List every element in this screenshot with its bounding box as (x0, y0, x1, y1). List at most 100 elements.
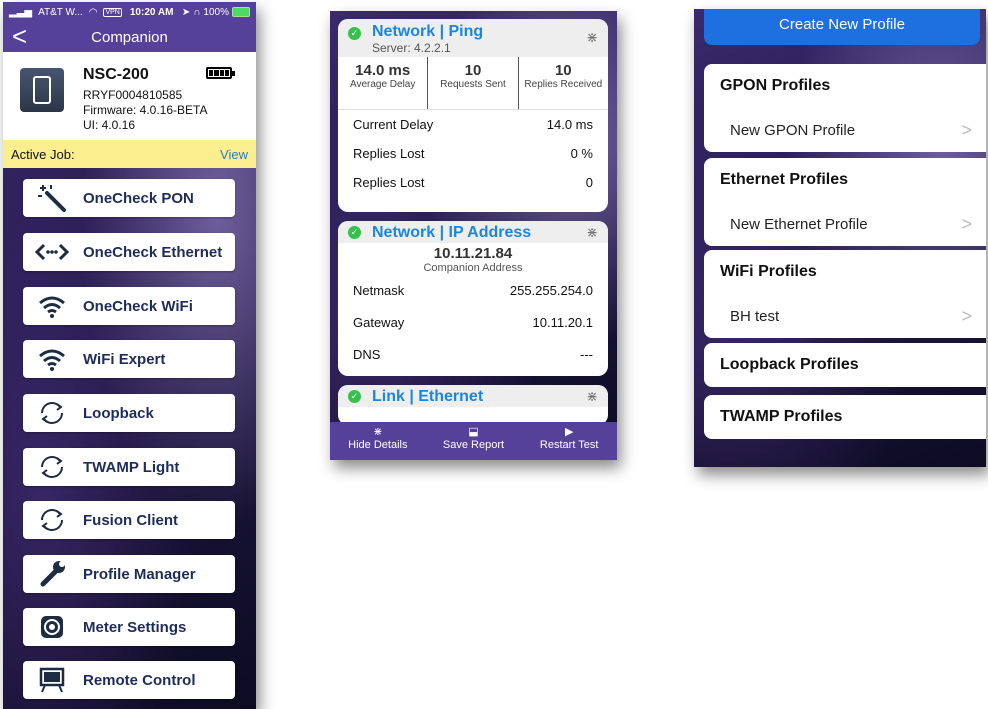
loopback-button[interactable]: Loopback (23, 394, 235, 432)
device-info-panel[interactable]: NSC-200 RRYF0004810585 Firmware: 4.0.16-… (3, 52, 256, 140)
profile-manager-button[interactable]: Profile Manager (23, 555, 235, 593)
row-label: DNS (353, 346, 381, 362)
ip-row: DNS --- (338, 338, 608, 370)
group-title: Ethernet Profiles (720, 171, 849, 188)
test-results-screen: ✓ Network | Ping Server: 4.2.2.1 ⋇ 14.0 … (330, 11, 617, 460)
restart-test-button[interactable]: ▶ Restart Test (521, 422, 617, 460)
onecheck-ethernet-button[interactable]: OneCheck Ethernet (23, 233, 235, 271)
onecheck-wifi-button[interactable]: OneCheck WiFi (23, 287, 235, 325)
check-icon: ✓ (348, 390, 361, 403)
stat-label: Replies Received (524, 79, 603, 90)
tab-label: Hide Details (348, 439, 408, 451)
stat-requests-sent: 10 Requests Sent (428, 57, 519, 109)
wifi-icon (33, 287, 71, 325)
stat-average-delay: 14.0 ms Average Delay (338, 57, 429, 109)
back-button[interactable]: < (12, 22, 27, 50)
loop-arrows-icon (33, 501, 71, 539)
collapse-icon[interactable]: ⋇ (586, 224, 598, 241)
save-icon: ⬓ (468, 426, 479, 438)
ping-row: Replies Lost 0 % (338, 139, 608, 168)
hide-details-button[interactable]: ⋇ Hide Details (330, 422, 426, 460)
ip-row: Netmask 255.255.254.0 (338, 274, 608, 306)
twamp-profiles-group[interactable]: TWAMP Profiles (704, 395, 986, 439)
row-label: Replies Lost (353, 146, 425, 161)
onecheck-pon-button[interactable]: OneCheck PON (23, 179, 235, 217)
row-label: Current Delay (353, 117, 434, 132)
signal-icon: ▂▃▅ (9, 6, 33, 18)
ip-card-header[interactable]: ✓ Network | IP Address ⋇ (338, 221, 608, 243)
ping-server: Server: 4.2.2.1 (372, 41, 451, 55)
ip-row: Gateway 10.11.20.1 (338, 306, 608, 338)
device-battery-icon (206, 67, 235, 79)
row-value: 0 (585, 175, 593, 190)
bottom-toolbar: ⋇ Hide Details ⬓ Save Report ▶ Restart T… (330, 422, 617, 460)
stat-label: Requests Sent (440, 79, 506, 90)
device-firmware: Firmware: 4.0.16-BETA (83, 103, 208, 117)
twamp-light-button[interactable]: TWAMP Light (23, 448, 235, 486)
collapse-icon[interactable]: ⋇ (586, 388, 598, 405)
row-label: Netmask (353, 282, 405, 298)
fusion-client-button[interactable]: Fusion Client (23, 501, 235, 539)
link-card-header[interactable]: ✓ Link | Ethernet ⋇ (338, 385, 608, 407)
magic-wand-icon (33, 179, 71, 217)
wifi-profiles-group: WiFi Profiles BH test > (704, 250, 986, 338)
stat-value: 14.0 ms (355, 62, 411, 79)
create-new-profile-button[interactable]: Create New Profile (704, 9, 980, 45)
group-title: WiFi Profiles (720, 263, 817, 280)
menu-label: TWAMP Light (83, 458, 180, 476)
stat-value: 10 (554, 62, 572, 79)
ip-address-card: ✓ Network | IP Address ⋇ 10.11.21.84 Com… (338, 221, 608, 376)
device-serial: RRYF0004810585 (83, 88, 183, 102)
ping-stats: 14.0 ms Average Delay 10 Requests Sent 1… (338, 57, 608, 110)
meter-settings-button[interactable]: Meter Settings (23, 608, 235, 646)
device-icon (20, 68, 64, 112)
loopback-profiles-group[interactable]: Loopback Profiles (704, 343, 986, 387)
companion-address-label: Companion Address (423, 262, 523, 274)
ping-card-header[interactable]: ✓ Network | Ping Server: 4.2.2.1 ⋇ (338, 19, 608, 57)
profile-item[interactable]: BH test > (704, 294, 986, 338)
profile-item[interactable]: New GPON Profile > (704, 108, 986, 152)
chevron-right-icon: > (961, 305, 972, 326)
ping-title: Network | Ping (372, 23, 484, 40)
profile-item[interactable]: New Ethernet Profile > (704, 202, 986, 246)
device-name: NSC-200 (83, 66, 149, 83)
status-bar: ▂▃▅ AT&T W... ◠ VPN 10:20 AM ➤ ∩ 100% (3, 2, 256, 22)
collapse-icon[interactable]: ⋇ (586, 29, 598, 46)
row-value: 10.11.20.1 (532, 314, 593, 330)
wrench-icon (33, 555, 71, 593)
group-title: Loopback Profiles (720, 356, 859, 373)
battery-icon (232, 7, 250, 17)
ethernet-profiles-group: Ethernet Profiles New Ethernet Profile > (704, 158, 986, 246)
chevron-right-icon: > (961, 119, 972, 140)
nav-bar: < Companion (3, 22, 256, 52)
menu-label: OneCheck WiFi (83, 297, 193, 315)
vpn-badge: VPN (103, 7, 122, 17)
nav-title: Companion (91, 28, 168, 46)
collapse-icon: ⋇ (373, 426, 383, 438)
location-icon: ➤ (181, 6, 191, 18)
menu-label: OneCheck Ethernet (83, 243, 223, 261)
wifi-status-icon: ◠ (88, 6, 98, 18)
loop-arrows-icon (33, 394, 71, 432)
check-icon: ✓ (348, 226, 361, 239)
profile-label: BH test (730, 307, 780, 325)
chevron-right-icon: > (961, 213, 972, 234)
device-ui-version: UI: 4.0.16 (83, 118, 136, 132)
view-active-job-link[interactable]: View (220, 147, 248, 162)
easel-icon (33, 661, 71, 699)
wifi-expert-button[interactable]: WiFi Expert (23, 340, 235, 378)
ethernet-arrows-icon (33, 233, 71, 271)
menu-label: OneCheck PON (83, 189, 194, 207)
active-job-label: Active Job: (11, 146, 75, 162)
remote-control-button[interactable]: Remote Control (23, 661, 235, 699)
ping-row: Replies Lost 0 (338, 168, 608, 197)
wifi-icon (33, 340, 71, 378)
group-title: GPON Profiles (720, 77, 831, 94)
row-value: 255.255.254.0 (509, 282, 593, 298)
ping-card: ✓ Network | Ping Server: 4.2.2.1 ⋇ 14.0 … (338, 19, 608, 212)
headphones-icon: ∩ (193, 6, 201, 18)
stat-replies-received: 10 Replies Received (519, 57, 608, 109)
save-report-button[interactable]: ⬓ Save Report (426, 422, 522, 460)
menu-label: Remote Control (83, 671, 196, 689)
row-value: --- (580, 346, 593, 362)
